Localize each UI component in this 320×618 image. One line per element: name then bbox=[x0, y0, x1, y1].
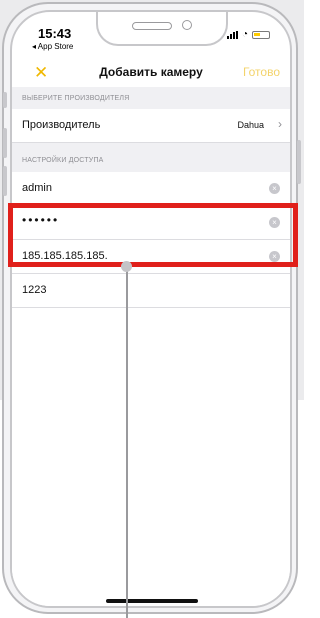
access-section-header: НАСТРОЙКИ ДОСТУПА bbox=[12, 143, 290, 172]
manufacturer-value: Dahua bbox=[237, 120, 264, 130]
front-camera bbox=[182, 20, 192, 30]
highlight-box bbox=[8, 203, 298, 267]
wifi-icon: ◔ bbox=[241, 29, 248, 40]
empty-content-area bbox=[12, 308, 290, 606]
manufacturer-section-header: ВЫБЕРИТЕ ПРОИЗВОДИТЕЛЯ bbox=[12, 87, 290, 109]
manufacturer-row[interactable]: Производитель Dahua › bbox=[12, 109, 290, 143]
port-field[interactable]: 1223 bbox=[12, 274, 290, 308]
speaker-grille bbox=[132, 22, 172, 30]
status-back-to-app-store[interactable]: ◂ App Store bbox=[32, 42, 73, 51]
status-time: 15:43 bbox=[38, 26, 72, 41]
username-value: admin bbox=[22, 182, 52, 194]
username-field[interactable]: admin × bbox=[12, 172, 290, 206]
signal-icon bbox=[226, 31, 238, 39]
phone-side-button-right bbox=[297, 140, 301, 184]
phone-side-button-left-2 bbox=[3, 128, 7, 158]
manufacturer-label: Производитель bbox=[22, 119, 101, 131]
port-value: 1223 bbox=[22, 284, 47, 296]
phone-notch bbox=[96, 12, 228, 46]
navigation-bar: ✕ Добавить камеру Готово bbox=[12, 59, 290, 87]
status-icons: ◔ bbox=[226, 29, 270, 40]
callout-pointer-dot bbox=[121, 261, 132, 272]
clear-icon[interactable]: × bbox=[269, 183, 280, 194]
chevron-right-icon: › bbox=[278, 117, 282, 131]
phone-screen: 15:43 ◂ App Store ◔ ✕ Добавить камеру Го… bbox=[10, 10, 292, 608]
done-button[interactable]: Готово bbox=[243, 65, 280, 79]
phone-side-button-left-3 bbox=[3, 166, 7, 196]
phone-side-button-left-1 bbox=[3, 92, 7, 108]
battery-icon bbox=[252, 31, 270, 39]
home-indicator bbox=[106, 599, 198, 603]
callout-pointer-line bbox=[126, 266, 128, 618]
